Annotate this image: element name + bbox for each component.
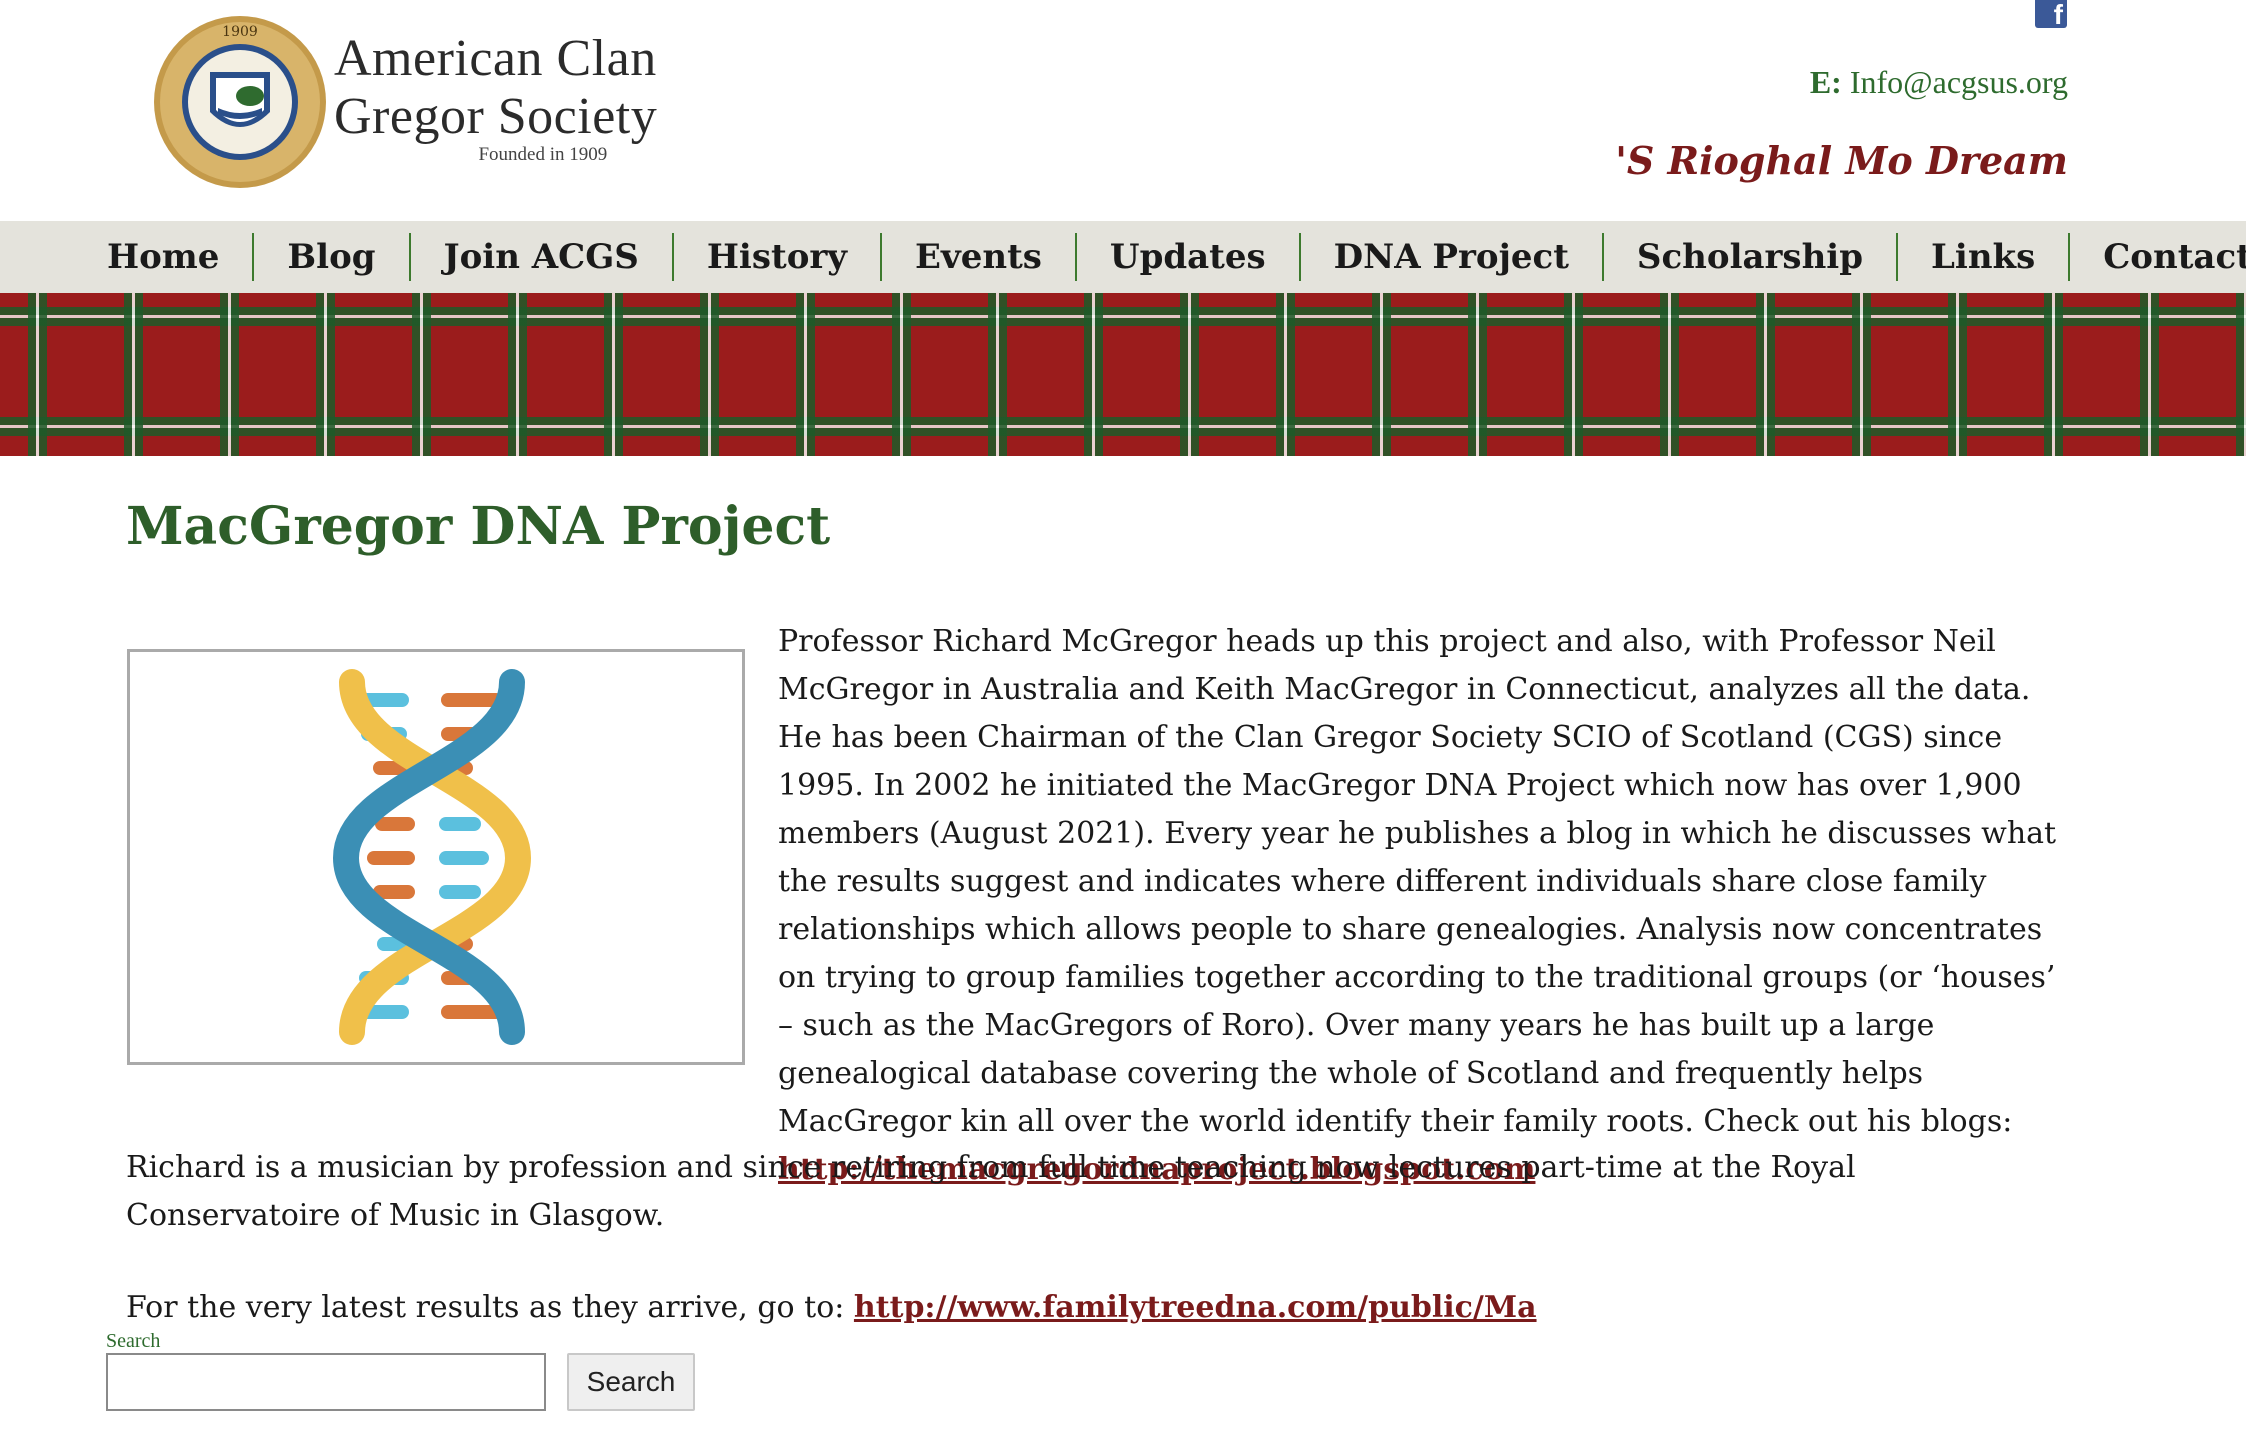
nav-item-blog[interactable]: Blog — [252, 233, 408, 281]
results-paragraph: For the very latest results as they arri… — [126, 1284, 2076, 1332]
dna-helix-icon — [332, 669, 532, 1045]
logo-line-2: Gregor Society — [334, 88, 658, 145]
intro-text: Professor Richard McGregor heads up this… — [778, 624, 2057, 1139]
email-link[interactable]: Info@acgsus.org — [1850, 64, 2068, 100]
nav-item-updates[interactable]: Updates — [1074, 233, 1299, 281]
dna-image-frame — [127, 649, 745, 1065]
page-title: MacGregor DNA Project — [126, 496, 831, 557]
nav-item-home[interactable]: Home — [74, 233, 252, 281]
nav-list: Home Blog Join ACGS History Events Updates DNA… — [0, 221, 2246, 293]
search-button[interactable]: Search — [567, 1353, 695, 1411]
search-input[interactable] — [106, 1353, 546, 1411]
intro-paragraph: Professor Richard McGregor heads up this… — [778, 618, 2078, 1194]
contact-email: E: Info@acgsus.org — [1810, 64, 2068, 101]
bio-paragraph: Richard is a musician by profession and … — [126, 1150, 1856, 1233]
nav-item-scholarship[interactable]: Scholarship — [1601, 233, 1896, 281]
site-logo-seal[interactable]: 1909 — [150, 12, 330, 192]
search-label: Search — [106, 1330, 161, 1352]
nav-item-links[interactable]: Links — [1896, 233, 2068, 281]
nav-item-contacts[interactable]: Contacts — [2068, 233, 2246, 281]
tartan-banner — [0, 293, 2246, 456]
nav-item-join-acgs[interactable]: Join ACGS — [408, 233, 672, 281]
facebook-icon[interactable]: f — [2035, 0, 2067, 28]
logo-line-1: American Clan — [334, 30, 657, 87]
results-text: For the very latest results as they arri… — [126, 1290, 854, 1325]
nav-item-history[interactable]: History — [671, 233, 880, 281]
main-nav: Home Blog Join ACGS History Events Updates DNA… — [0, 221, 2246, 293]
results-link[interactable]: http://www.familytreedna.com/public/Ma — [854, 1290, 1537, 1325]
logo-founded: Founded in 1909 — [478, 144, 608, 165]
logo-seal-year: 1909 — [222, 24, 258, 40]
nav-item-dna-project[interactable]: DNA Project — [1298, 233, 1602, 281]
site-logo-text[interactable]: American Clan Gregor Society Founded in … — [334, 30, 657, 166]
nav-item-events[interactable]: Events — [880, 233, 1075, 281]
clan-motto: 'S Rioghal Mo Dream — [1615, 138, 2068, 183]
email-label: E: — [1809, 64, 1842, 100]
